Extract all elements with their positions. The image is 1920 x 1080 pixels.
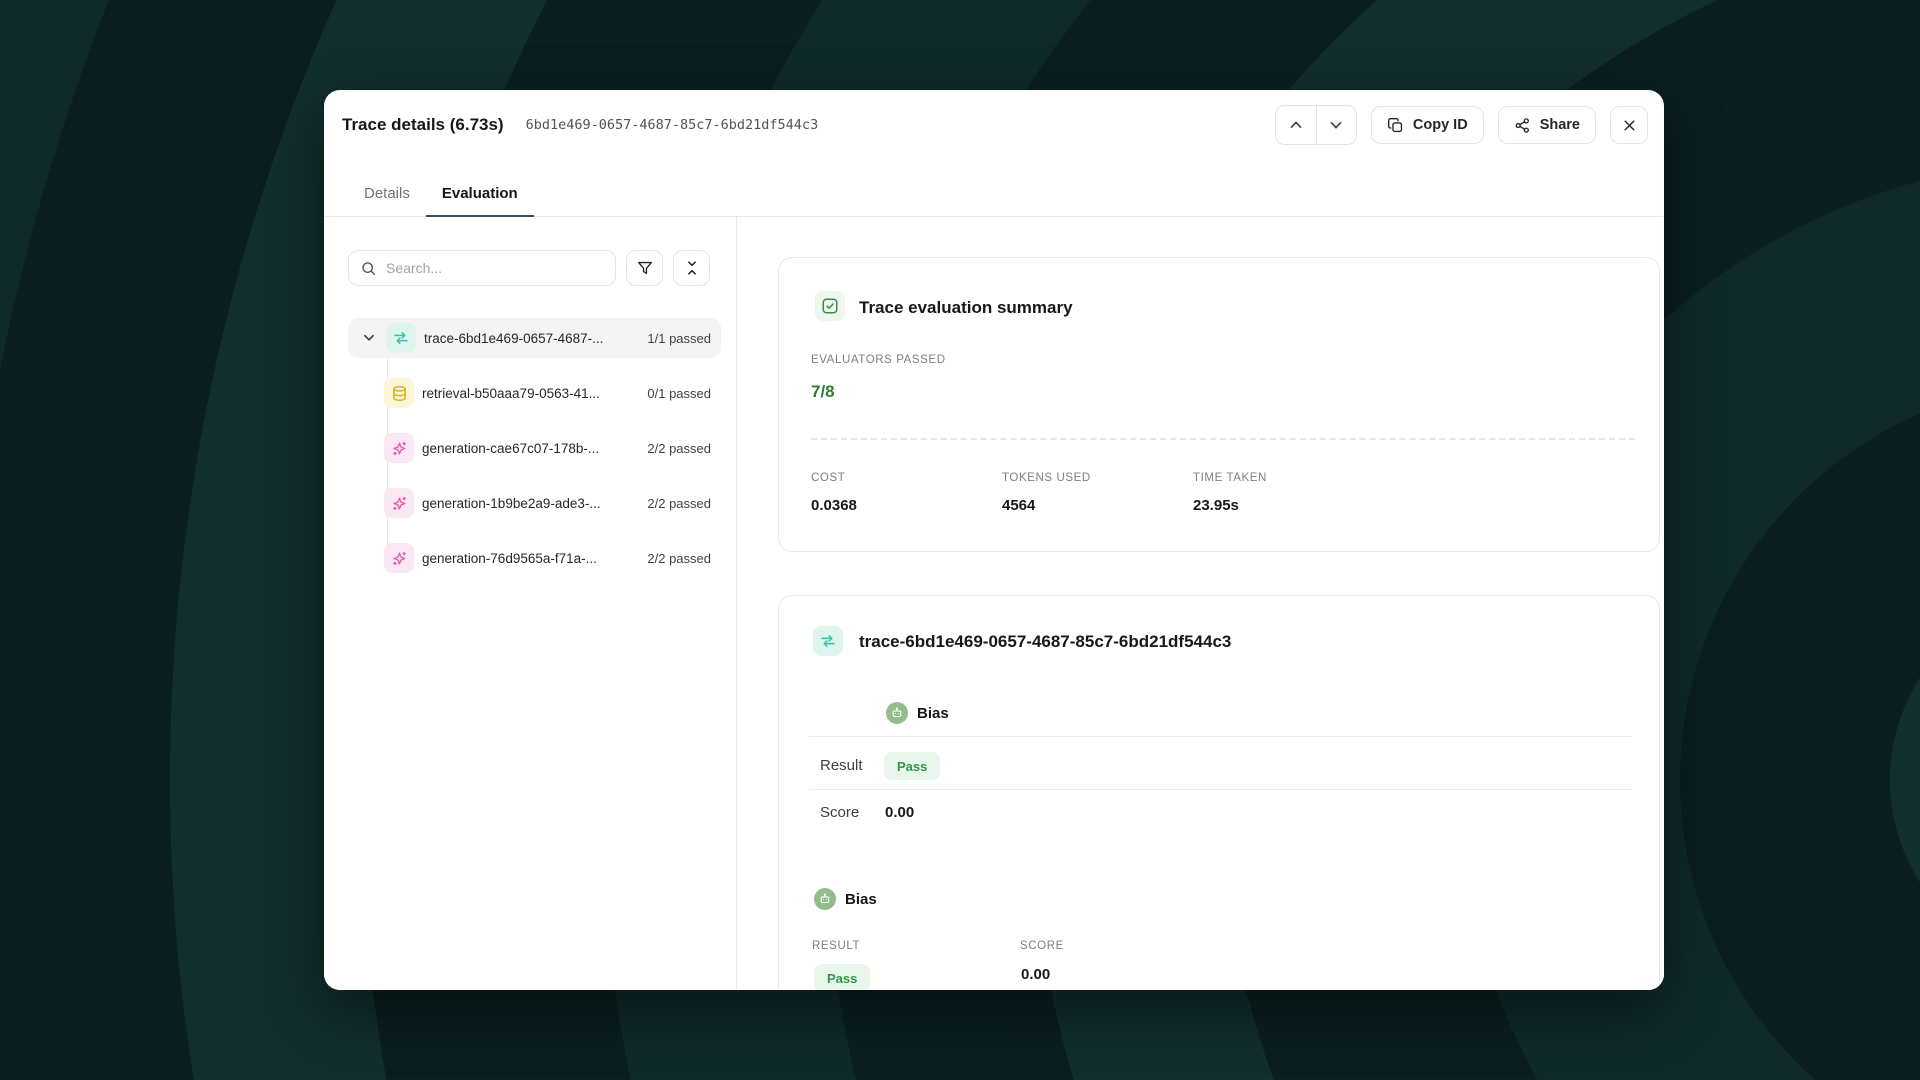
sparkles-icon [384, 433, 414, 463]
metric-tokens-used: TOKENS USED 4564 [1002, 472, 1193, 514]
dashed-divider [811, 438, 1635, 440]
evaluation-panel: Trace evaluation summary EVALUATORS PASS… [738, 217, 1664, 990]
trace-id-text: 6bd1e469-0657-4687-85c7-6bd21df544c3 [526, 117, 819, 133]
evaluators-passed-value: 7/8 [811, 382, 835, 402]
metric-cost: COST 0.0368 [811, 472, 1002, 514]
tree-row-generation-1[interactable]: generation-cae67c07-178b-... 2/2 passed [348, 428, 721, 468]
robot-icon [886, 702, 908, 724]
trace-swap-icon [813, 626, 843, 656]
close-icon [1621, 117, 1638, 134]
chevron-down-icon[interactable] [358, 327, 380, 349]
tree-row-retrieval[interactable]: retrieval-b50aaa79-0563-41... 0/1 passed [348, 373, 721, 413]
tree-node-status: 0/1 passed [647, 386, 711, 401]
metric-value: 23.95s [1193, 497, 1267, 514]
bias-detail-header: Bias [814, 888, 877, 910]
filter-icon [636, 259, 654, 277]
close-button[interactable] [1610, 106, 1648, 144]
checkbox-check-icon [815, 291, 845, 321]
copy-id-label: Copy ID [1413, 117, 1468, 133]
tree-node-label: trace-6bd1e469-0657-4687-... [424, 331, 603, 346]
trace-nav-group [1275, 105, 1357, 145]
tree-node-label: generation-76d9565a-f71a-... [422, 551, 597, 566]
bias-evaluator-header: Bias [886, 702, 949, 724]
header-actions: Copy ID Share [1275, 105, 1648, 145]
score-value: 0.00 [1021, 966, 1050, 983]
tree-node-status: 2/2 passed [647, 441, 711, 456]
metric-value: 0.0368 [811, 497, 1002, 514]
tree-row-generation-2[interactable]: generation-1b9be2a9-ade3-... 2/2 passed [348, 483, 721, 523]
trace-detail-card: trace-6bd1e469-0657-4687-85c7-6bd21df544… [778, 595, 1660, 990]
trace-tree-sidebar: trace-6bd1e469-0657-4687-... 1/1 passed … [324, 217, 737, 990]
evaluators-passed-label: EVALUATORS PASSED [811, 354, 946, 366]
sidebar-toolbar [348, 250, 710, 286]
collapse-vertical-icon [683, 259, 701, 277]
metric-value: 4564 [1002, 497, 1193, 514]
tree-row-trace[interactable]: trace-6bd1e469-0657-4687-... 1/1 passed [348, 318, 721, 358]
trace-swap-icon [386, 323, 416, 353]
evaluator-name: Bias [917, 705, 949, 722]
tree-node-status: 2/2 passed [647, 496, 711, 511]
divider [809, 736, 1633, 737]
database-icon [384, 378, 414, 408]
modal-title: Trace details (6.73s) [342, 115, 504, 135]
metric-label: COST [811, 472, 1002, 484]
trace-details-modal: Trace details (6.73s) 6bd1e469-0657-4687… [324, 90, 1664, 990]
summary-card-title: Trace evaluation summary [859, 298, 1073, 318]
tree-node-label: retrieval-b50aaa79-0563-41... [422, 386, 600, 401]
modal-header: Trace details (6.73s) 6bd1e469-0657-4687… [324, 90, 1664, 148]
trace-evaluation-summary-card: Trace evaluation summary EVALUATORS PASS… [778, 257, 1660, 552]
search-input[interactable] [386, 260, 604, 276]
metrics-row: COST 0.0368 TOKENS USED 4564 TIME TAKEN … [811, 472, 1635, 514]
pass-status-badge: Pass [814, 964, 870, 990]
trace-tree: trace-6bd1e469-0657-4687-... 1/1 passed … [348, 318, 721, 593]
filter-button[interactable] [626, 250, 663, 286]
result-label: Result [820, 757, 863, 774]
next-trace-button[interactable] [1316, 106, 1356, 144]
chevron-up-icon [1287, 116, 1305, 134]
copy-id-button[interactable]: Copy ID [1371, 106, 1484, 144]
chevron-down-icon [1327, 116, 1345, 134]
tab-details[interactable]: Details [348, 170, 426, 216]
robot-icon [814, 888, 836, 910]
tree-node-status: 2/2 passed [647, 551, 711, 566]
score-label: Score [820, 804, 859, 821]
metric-label: TOKENS USED [1002, 472, 1193, 484]
share-button[interactable]: Share [1498, 106, 1596, 144]
result-column-header: RESULT [812, 940, 860, 952]
tab-bar: Details Evaluation [324, 170, 1664, 217]
search-icon [360, 260, 377, 277]
divider [809, 789, 1633, 790]
tree-node-label: generation-1b9be2a9-ade3-... [422, 496, 601, 511]
previous-trace-button[interactable] [1276, 106, 1316, 144]
copy-icon [1387, 117, 1404, 134]
collapse-all-button[interactable] [673, 250, 710, 286]
metric-label: TIME TAKEN [1193, 472, 1267, 484]
score-value: 0.00 [885, 804, 914, 821]
trace-card-title: trace-6bd1e469-0657-4687-85c7-6bd21df544… [859, 632, 1231, 652]
share-label: Share [1540, 117, 1580, 133]
share-icon [1514, 117, 1531, 134]
sparkles-icon [384, 543, 414, 573]
search-box [348, 250, 616, 286]
score-column-header: SCORE [1020, 940, 1064, 952]
pass-status-badge: Pass [884, 752, 940, 780]
tree-node-status: 1/1 passed [647, 331, 711, 346]
tree-node-label: generation-cae67c07-178b-... [422, 441, 599, 456]
tab-evaluation[interactable]: Evaluation [426, 170, 534, 216]
sparkles-icon [384, 488, 414, 518]
tree-row-generation-3[interactable]: generation-76d9565a-f71a-... 2/2 passed [348, 538, 721, 578]
evaluator-name: Bias [845, 891, 877, 908]
metric-time-taken: TIME TAKEN 23.95s [1193, 472, 1267, 514]
